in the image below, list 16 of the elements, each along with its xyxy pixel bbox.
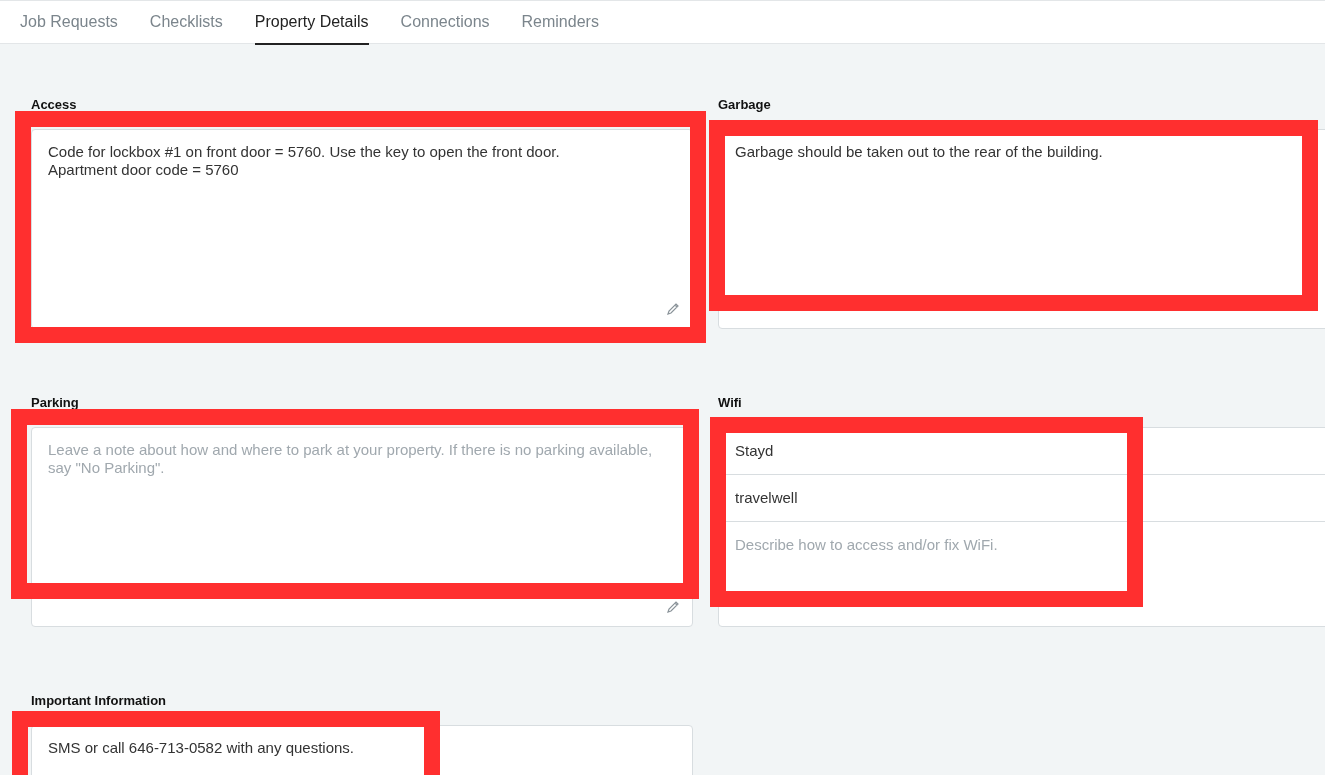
field-label: Wifi: [718, 395, 742, 410]
input-field[interactable]: travelwell: [719, 475, 1325, 522]
tab[interactable]: Checklists: [149, 1, 223, 45]
pencil-icon[interactable]: [666, 302, 680, 316]
tab[interactable]: Connections: [400, 1, 490, 45]
field-label: Garbage: [718, 97, 771, 112]
field-label: Important Information: [31, 693, 167, 708]
field-label: Access: [31, 97, 77, 112]
text-area[interactable]: SMS or call 646-713-0582 with any questions.: [31, 725, 693, 775]
tab[interactable]: Job Requests: [20, 1, 118, 45]
input-field[interactable]: Stayd: [719, 428, 1325, 475]
text-area[interactable]: Code for lockbox #1 on front door = 5760. Use the key to open the front door. Apartment door code = 5760: [31, 129, 693, 329]
tab[interactable]: Reminders: [521, 1, 599, 45]
pencil-icon[interactable]: [666, 600, 680, 614]
field-label: Parking: [31, 395, 79, 410]
tab[interactable]: Property Details: [254, 1, 369, 45]
